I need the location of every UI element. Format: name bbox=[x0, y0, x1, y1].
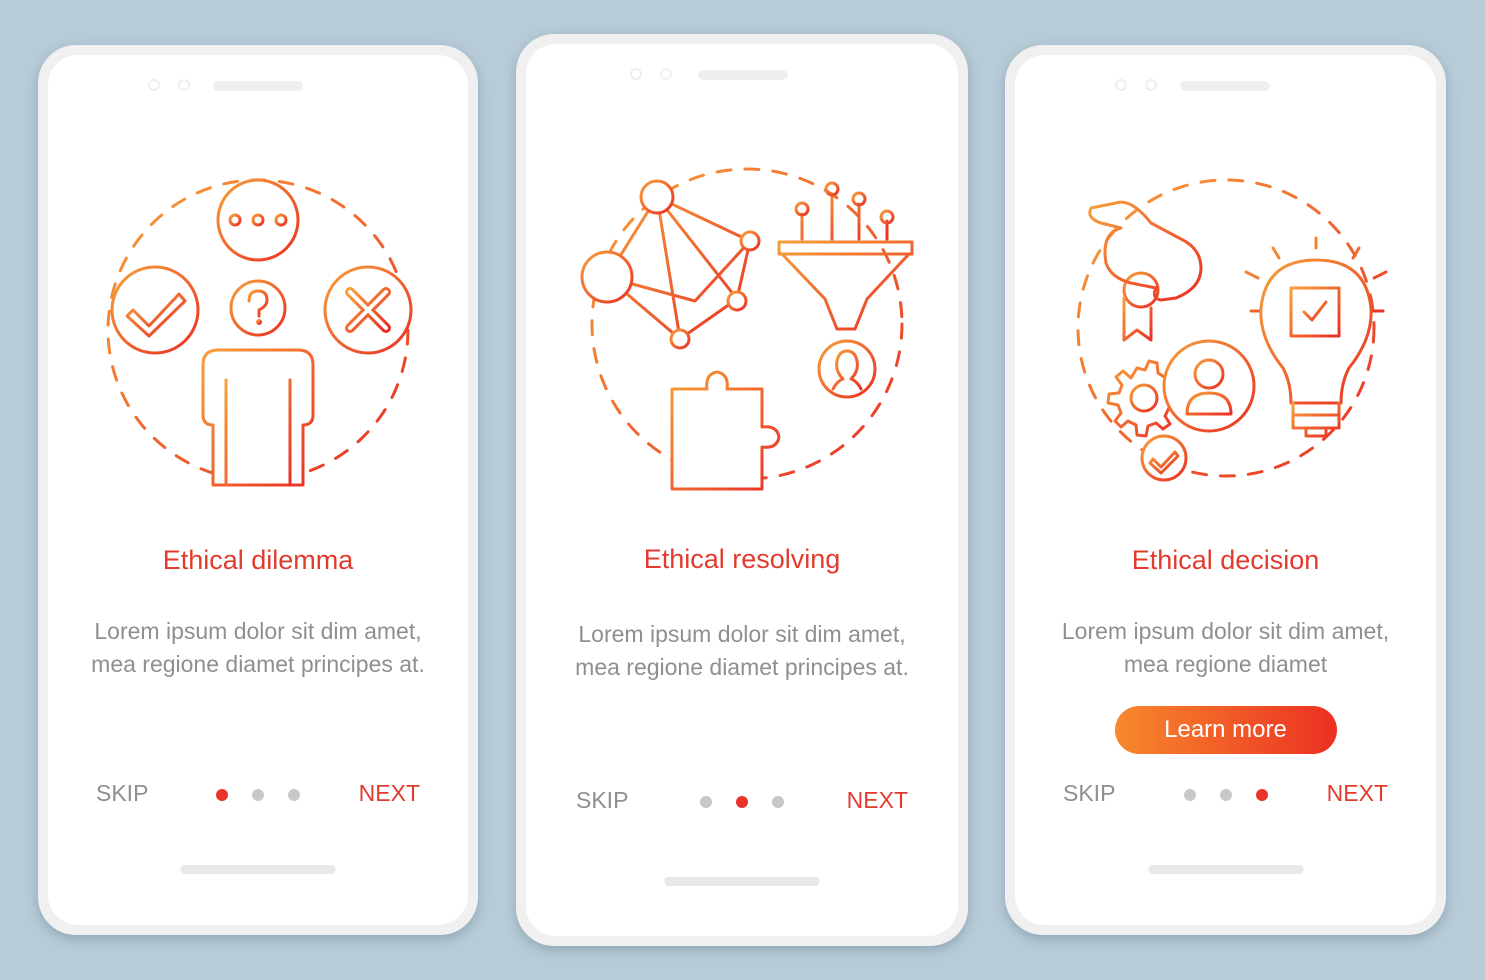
phone-notch bbox=[48, 78, 468, 92]
page-dot-3[interactable] bbox=[772, 796, 784, 808]
page-dot-1[interactable] bbox=[1183, 789, 1196, 801]
page-indicator bbox=[1183, 789, 1268, 801]
screen-description: Lorem ipsum dolor sit dim amet, mea regi… bbox=[575, 621, 909, 680]
lightbulb-check-icon bbox=[1244, 236, 1387, 438]
page-dot-3[interactable] bbox=[1255, 789, 1268, 801]
camera-icon bbox=[148, 79, 160, 91]
phone-screen: Ethical decision Lorem ipsum dolor sit d… bbox=[1015, 55, 1436, 925]
checkmark-circle-icon bbox=[110, 265, 200, 355]
speaker-grille bbox=[1180, 81, 1270, 91]
cross-circle-icon bbox=[323, 265, 413, 355]
phone-notch bbox=[526, 67, 958, 81]
skip-button[interactable]: SKIP bbox=[1063, 780, 1115, 807]
question-mark-icon bbox=[229, 279, 287, 337]
page-dot-2[interactable] bbox=[252, 789, 264, 801]
sensor-icon bbox=[178, 79, 190, 91]
skip-button[interactable]: SKIP bbox=[96, 780, 148, 807]
screen-description: Lorem ipsum dolor sit dim amet, mea regi… bbox=[1061, 618, 1390, 677]
screen-title: Ethical decision bbox=[1131, 545, 1320, 575]
page-dot-1[interactable] bbox=[216, 789, 228, 801]
learn-more-button[interactable]: Learn more bbox=[1114, 706, 1337, 754]
page-dot-1[interactable] bbox=[700, 796, 712, 808]
camera-icon bbox=[1115, 79, 1127, 91]
puzzle-piece-icon bbox=[670, 370, 781, 491]
screen-title: Ethical dilemma bbox=[162, 545, 354, 575]
onboarding-footer: SKIP NEXT bbox=[48, 780, 468, 810]
sensor-icon bbox=[1145, 79, 1157, 91]
page-dot-3[interactable] bbox=[288, 789, 300, 801]
phone-notch bbox=[1015, 78, 1436, 92]
speaker-grille bbox=[213, 81, 303, 91]
onboarding-screen-3: Ethical decision Lorem ipsum dolor sit d… bbox=[1005, 45, 1446, 935]
ethical-dilemma-illustration bbox=[106, 178, 413, 487]
network-nodes-icon bbox=[580, 179, 761, 350]
onboarding-screen-2: Ethical resolving Lorem ipsum dolor sit … bbox=[516, 34, 968, 946]
page-dot-2[interactable] bbox=[736, 796, 748, 808]
funnel-icon bbox=[777, 181, 914, 331]
phone-screen: Ethical dilemma Lorem ipsum dolor sit di… bbox=[48, 55, 468, 925]
page-indicator bbox=[216, 789, 300, 801]
onboarding-footer: SKIP NEXT bbox=[1015, 780, 1436, 810]
sensor-icon bbox=[660, 68, 672, 80]
person-icon bbox=[201, 348, 315, 487]
home-indicator[interactable] bbox=[664, 877, 820, 886]
next-button[interactable]: NEXT bbox=[1327, 780, 1388, 807]
speech-bubble-dots-icon bbox=[216, 178, 300, 262]
page-indicator bbox=[700, 796, 784, 808]
screen-description: Lorem ipsum dolor sit dim amet, mea regi… bbox=[91, 618, 425, 677]
page-dot-2[interactable] bbox=[1219, 789, 1232, 801]
ethical-decision-illustration bbox=[1076, 178, 1387, 482]
ethical-resolving-illustration bbox=[580, 167, 914, 491]
onboarding-footer: SKIP NEXT bbox=[526, 787, 958, 817]
user-circle-icon bbox=[1162, 339, 1255, 433]
checkmark-circle-icon bbox=[1140, 434, 1187, 482]
next-button[interactable]: NEXT bbox=[359, 780, 420, 807]
screen-title: Ethical resolving bbox=[643, 544, 841, 574]
hand-with-medal-icon bbox=[1087, 200, 1202, 342]
phone-screen: Ethical resolving Lorem ipsum dolor sit … bbox=[526, 44, 958, 936]
onboarding-screen-1: Ethical dilemma Lorem ipsum dolor sit di… bbox=[38, 45, 478, 935]
next-button[interactable]: NEXT bbox=[847, 787, 908, 814]
skip-button[interactable]: SKIP bbox=[576, 787, 628, 814]
home-indicator[interactable] bbox=[180, 865, 336, 874]
camera-icon bbox=[630, 68, 642, 80]
speaker-grille bbox=[698, 70, 788, 80]
user-circle-icon bbox=[817, 339, 877, 399]
home-indicator[interactable] bbox=[1148, 865, 1303, 874]
